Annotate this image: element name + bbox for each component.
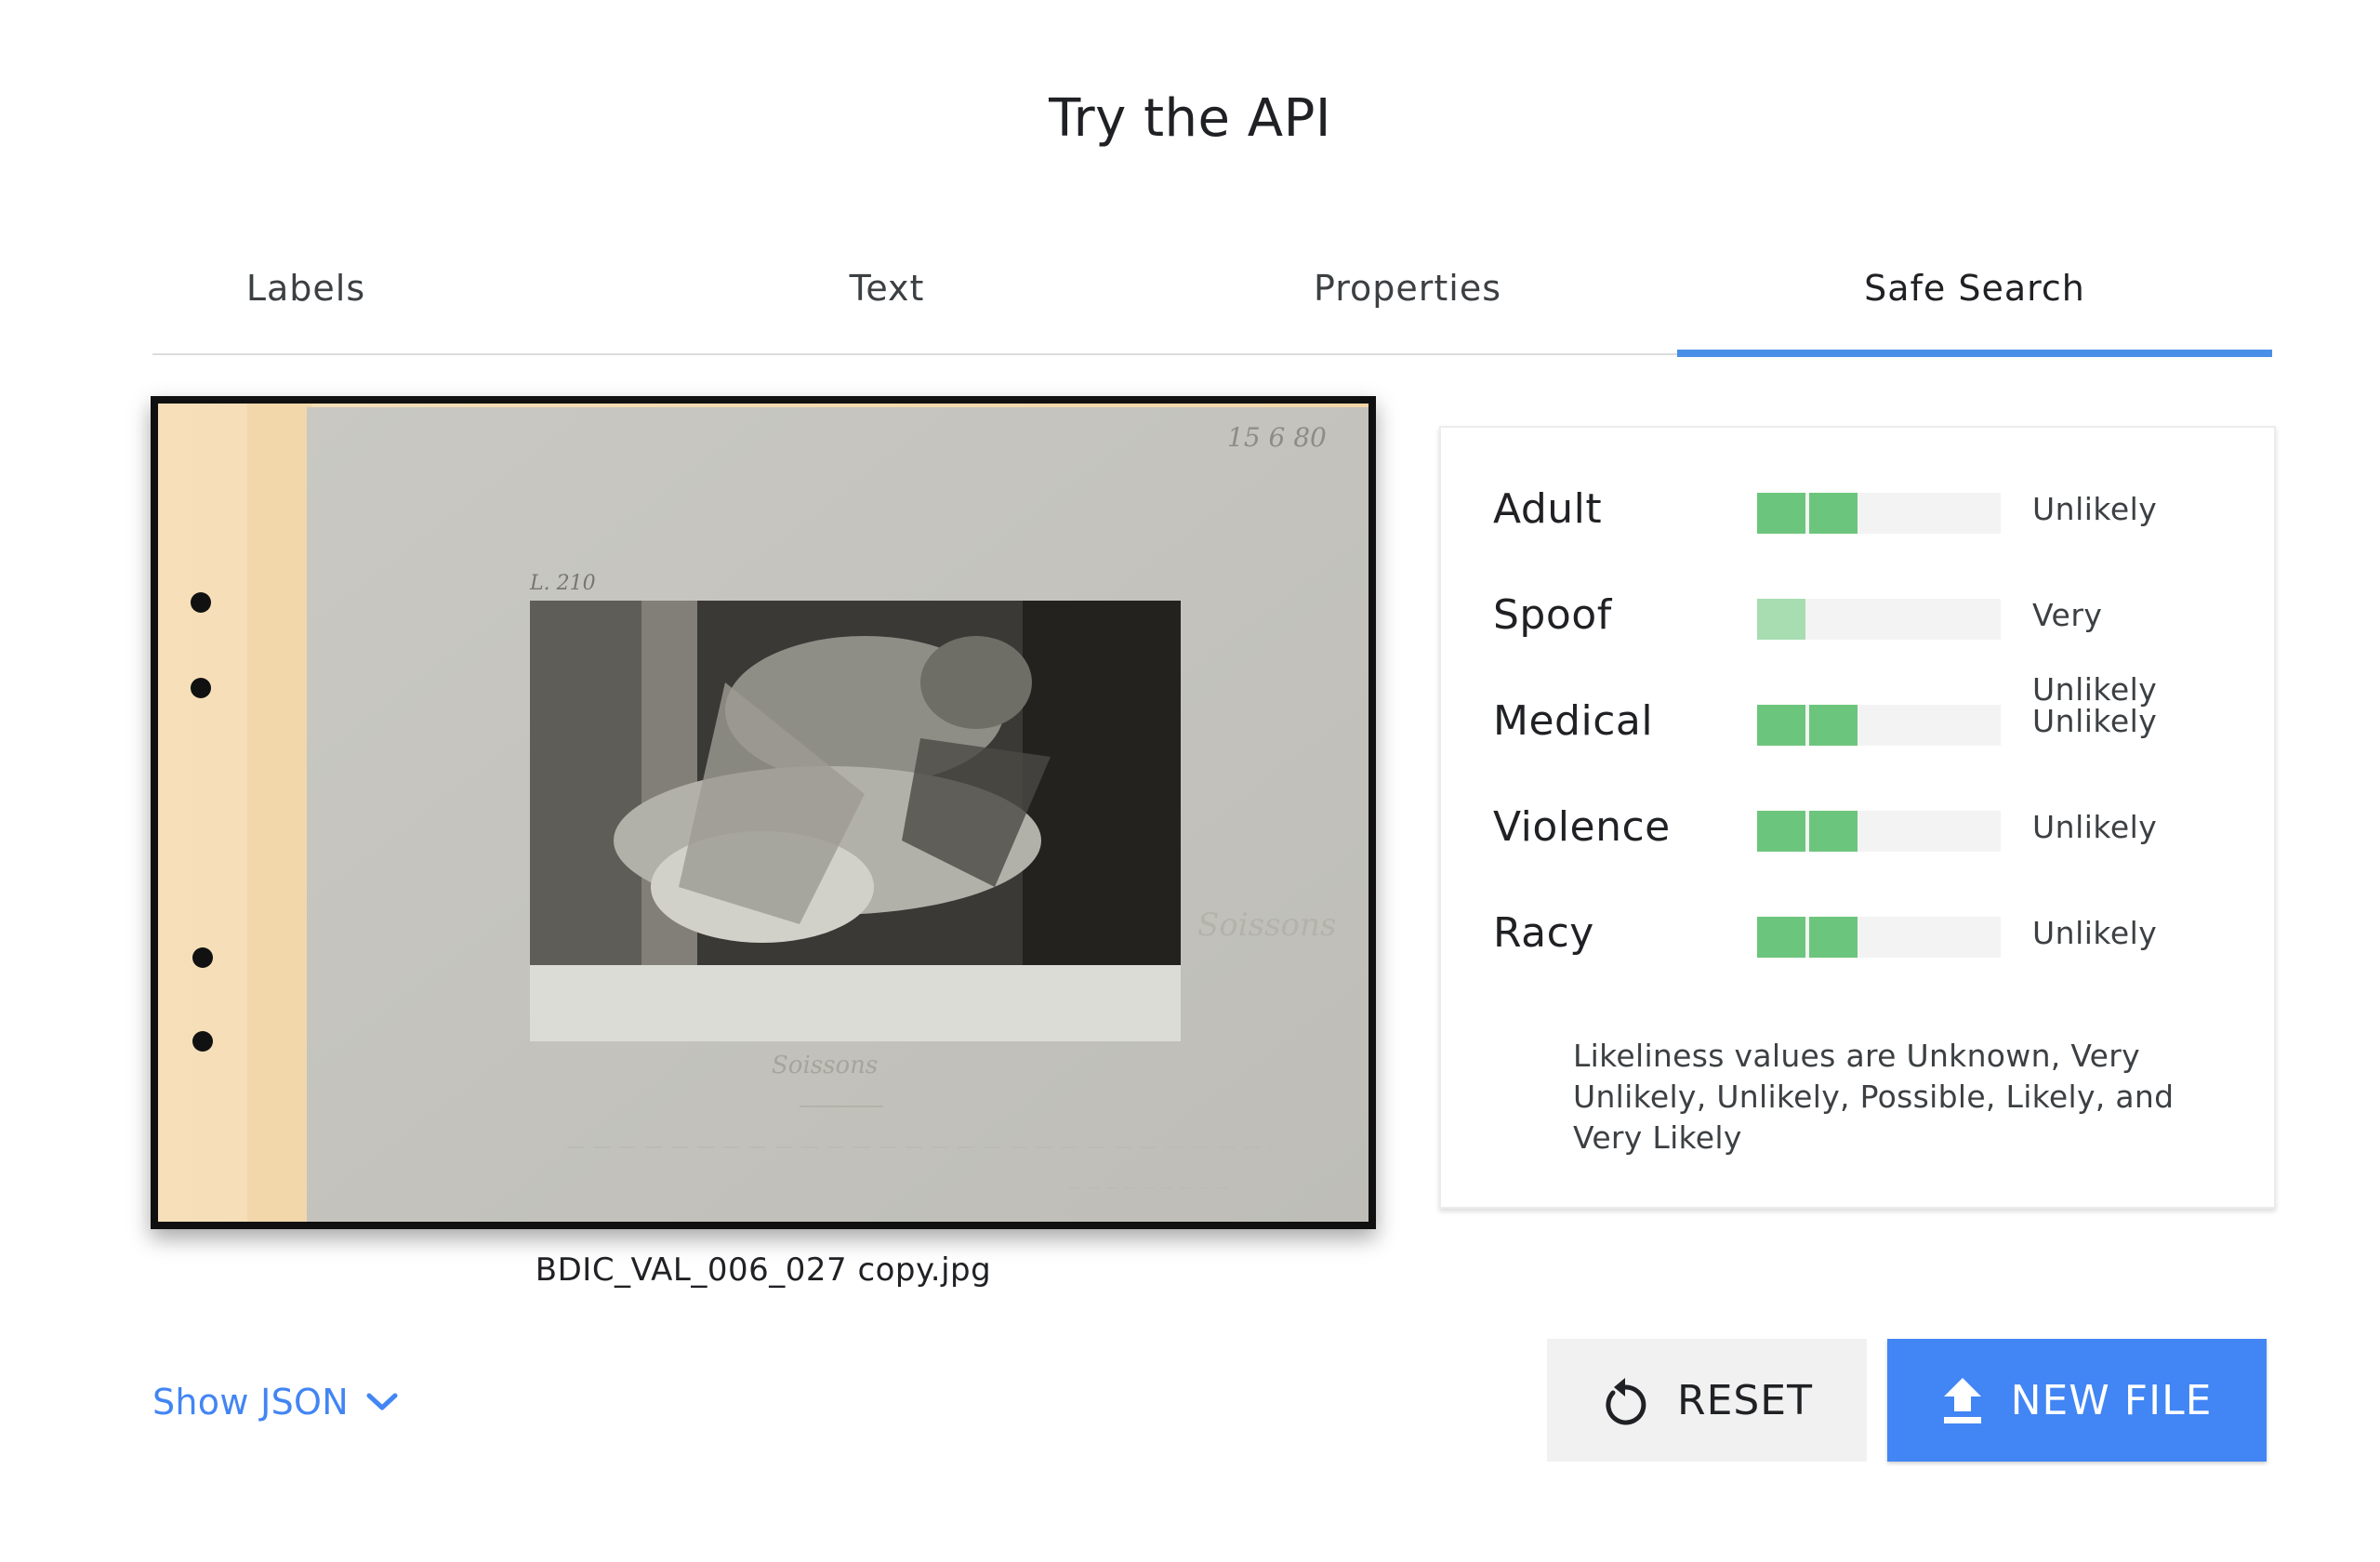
bar-segment — [1809, 917, 1858, 958]
bar-segment — [1809, 493, 1858, 534]
bar-segment — [1809, 811, 1858, 852]
row-label: Violence — [1493, 803, 1671, 851]
reset-button[interactable]: RESET — [1547, 1339, 1867, 1462]
svg-text:L. 210: L. 210 — [529, 572, 596, 595]
tab-properties[interactable]: Properties — [1240, 223, 1575, 350]
active-tab-indicator — [1677, 350, 2272, 357]
row-value: Unlikely — [2032, 915, 2158, 951]
likelihood-bar — [1757, 705, 2001, 746]
row-label: Racy — [1493, 909, 1594, 957]
likelihood-bar — [1757, 917, 2001, 958]
uploaded-image: 15 6 80 L. 210 Soissons Soissons — [151, 396, 1376, 1229]
safe-search-results-card: Adult Unlikely Spoof Very Unlikely Medic… — [1439, 426, 2276, 1209]
row-value: Unlikely — [2032, 703, 2158, 739]
bar-segment — [1757, 917, 1805, 958]
result-row-adult: Adult Unlikely — [1493, 472, 2237, 547]
bar-segment — [1809, 705, 1858, 746]
svg-text:15 6 80: 15 6 80 — [1227, 422, 1327, 453]
show-json-toggle[interactable]: Show JSON — [152, 1374, 399, 1430]
show-json-label: Show JSON — [152, 1382, 349, 1423]
handwritten-caption: Soissons — [772, 1052, 878, 1079]
tab-text[interactable]: Text — [747, 223, 1026, 350]
tab-bar: Labels Text Properties Safe Search — [152, 223, 2272, 357]
result-row-violence: Violence Unlikely — [1493, 790, 2237, 865]
upload-icon — [1943, 1378, 1981, 1423]
likelihood-bar — [1757, 811, 2001, 852]
new-file-button[interactable]: NEW FILE — [1887, 1339, 2267, 1462]
row-label: Adult — [1493, 485, 1603, 533]
result-row-medical: Medical Unlikely — [1493, 684, 2237, 759]
likelihood-bar — [1757, 599, 2001, 640]
row-label: Spoof — [1493, 591, 1612, 639]
file-name: BDIC_VAL_006_027 copy.jpg — [535, 1251, 992, 1289]
chevron-down-icon — [366, 1393, 398, 1410]
tab-labels[interactable]: Labels — [152, 223, 459, 350]
row-value: Unlikely — [2032, 491, 2158, 527]
bar-segment — [1757, 705, 1805, 746]
likelihood-bar — [1757, 493, 2001, 534]
handwritten-caption-right: Soissons — [1197, 907, 1336, 944]
tab-safe-search[interactable]: Safe Search — [1677, 223, 2272, 350]
row-value: Unlikely — [2032, 809, 2158, 845]
bar-segment — [1757, 811, 1805, 852]
row-label: Medical — [1493, 697, 1654, 745]
result-row-spoof: Spoof Very Unlikely — [1493, 578, 2237, 708]
bar-segment — [1757, 493, 1805, 534]
new-file-label: NEW FILE — [2010, 1376, 2213, 1424]
page-title: Try the API — [1049, 88, 1331, 149]
bar-segment — [1757, 599, 1805, 640]
likeliness-note: Likeliness values are Unknown, Very Unli… — [1573, 1038, 2175, 1156]
result-row-racy: Racy Unlikely — [1493, 896, 2237, 971]
reset-label: RESET — [1677, 1376, 1813, 1424]
archival-photo-card: 15 6 80 L. 210 Soissons Soissons — [158, 404, 1368, 1222]
reset-icon — [1606, 1378, 1646, 1425]
